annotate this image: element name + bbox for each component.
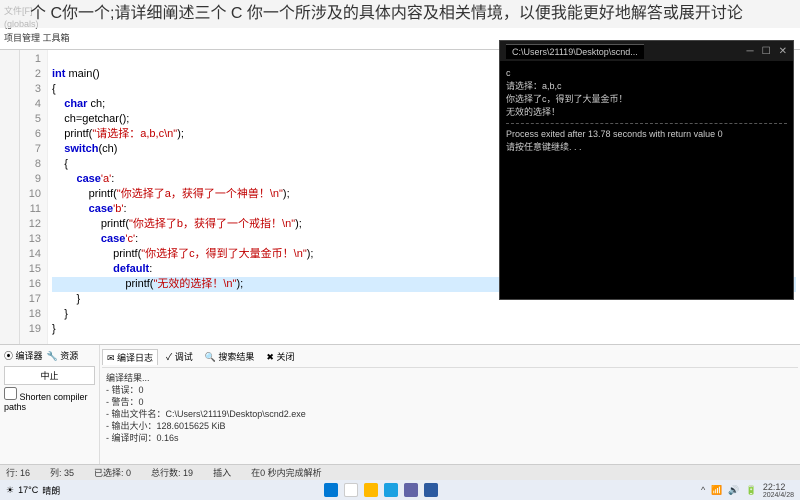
battery-icon[interactable]: 🔋	[746, 485, 757, 496]
system-tray[interactable]: ^ 📶 🔊 🔋 22:12 2024/4/28	[701, 482, 794, 499]
clock-time[interactable]: 22:12	[763, 482, 794, 492]
console-tab[interactable]: C:\Users\21119\Desktop\scnd...	[506, 44, 644, 59]
compile-output: 编译结果... - 错误：0 - 警告：0 - 输出文件名：C:\Users\2…	[102, 368, 798, 448]
status-selected: 已选择: 0	[94, 466, 131, 479]
edge-icon[interactable]	[384, 483, 398, 497]
weather-widget[interactable]: ☀ 17°C 晴朗	[6, 484, 60, 497]
console-output: c 请选择：a,b,c 你选择了c，得到了大量金币！ 无效的选择！ Proces…	[500, 61, 793, 160]
search-icon[interactable]	[344, 483, 358, 497]
bottom-panel: ⦿ 编译器 🔧 资源 中止 Shorten compiler paths ✉ 编…	[0, 344, 800, 464]
tab-close[interactable]: ✖ 关闭	[262, 349, 298, 365]
status-total-lines: 总行数: 19	[151, 466, 193, 479]
status-col: 列: 35	[50, 466, 74, 479]
app-icon[interactable]	[404, 483, 418, 497]
side-gutter	[0, 50, 20, 344]
tab-debug[interactable]: ✓ 调试	[162, 349, 197, 365]
close-icon[interactable]: ✕	[779, 46, 787, 57]
overlay-question-text: 个 C你一个;请详细阐述三个 C 你一个所涉及的具体内容及相关情境，以便我能更好…	[0, 0, 800, 28]
start-icon[interactable]	[324, 483, 338, 497]
maximize-icon[interactable]: ☐	[762, 46, 771, 57]
shorten-paths-checkbox[interactable]: Shorten compiler paths	[4, 392, 88, 412]
tab-search-results[interactable]: 🔍 搜索结果	[201, 349, 259, 365]
clock-date[interactable]: 2024/4/28	[763, 492, 794, 499]
tab-resources[interactable]: 🔧 资源	[47, 349, 79, 362]
tab-compile-log[interactable]: ✉ 编译日志	[102, 349, 158, 365]
status-parse-done: 在0 秒内完成解析	[251, 466, 322, 479]
console-window[interactable]: C:\Users\21119\Desktop\scnd... ─ ☐ ✕ c 请…	[499, 40, 794, 300]
chevron-up-icon[interactable]: ^	[701, 485, 705, 495]
devcpp-icon[interactable]	[424, 483, 438, 497]
explorer-icon[interactable]	[364, 483, 378, 497]
line-number-gutter: 12345678910111213141516171819	[20, 50, 48, 344]
windows-taskbar[interactable]: ☀ 17°C 晴朗 ^ 📶 🔊 🔋 22:12 2024/4/28	[0, 480, 800, 500]
status-bar: 行: 16 列: 35 已选择: 0 总行数: 19 插入 在0 秒内完成解析	[0, 464, 800, 480]
stop-button[interactable]: 中止	[4, 366, 95, 385]
console-titlebar[interactable]: C:\Users\21119\Desktop\scnd... ─ ☐ ✕	[500, 41, 793, 61]
project-panel-label[interactable]: 项目管理 工具箱	[4, 31, 70, 44]
status-line: 行: 16	[6, 466, 30, 479]
sun-icon: ☀	[6, 485, 14, 496]
taskbar-apps[interactable]	[324, 483, 438, 497]
tab-compiler[interactable]: ⦿ 编译器	[4, 349, 43, 362]
minimize-icon[interactable]: ─	[747, 46, 754, 57]
volume-icon[interactable]: 🔊	[728, 485, 739, 496]
wifi-icon[interactable]: 📶	[711, 485, 722, 496]
status-insert-mode: 插入	[213, 466, 231, 479]
